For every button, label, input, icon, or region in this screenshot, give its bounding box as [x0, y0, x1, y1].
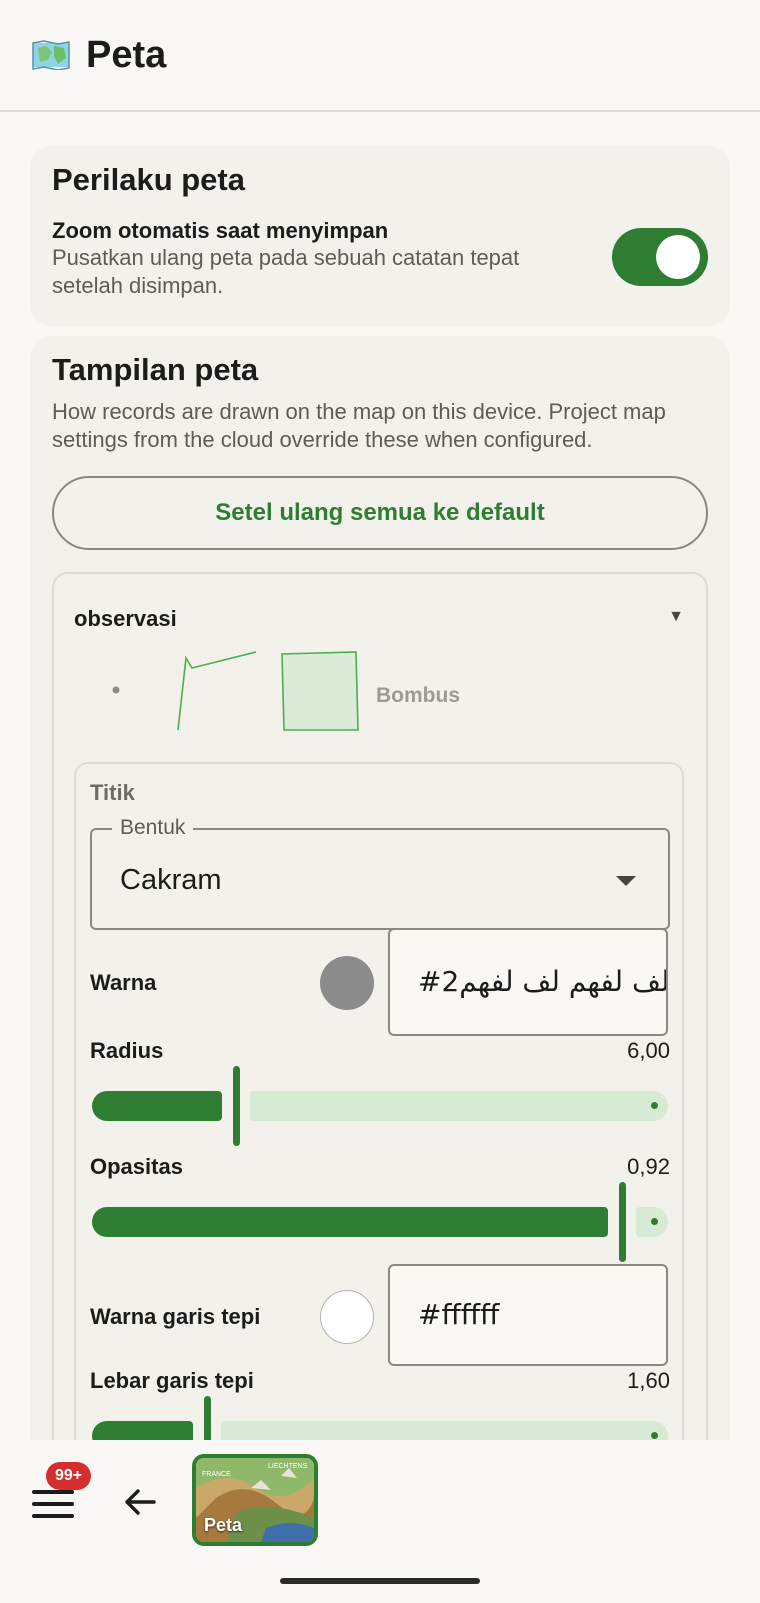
- color-swatch[interactable]: [320, 956, 374, 1010]
- slider-handle[interactable]: [204, 1396, 211, 1440]
- map-label-france: FRANCE: [202, 1471, 231, 1478]
- shape-select-label: Bentuk: [112, 816, 194, 840]
- opacity-slider[interactable]: [92, 1182, 668, 1262]
- preview-label: Bombus: [376, 684, 460, 707]
- slider-active-track: [92, 1091, 222, 1121]
- point-style-section: Titik Bentuk Cakram Warna #2لف لفهم لف ل…: [74, 762, 684, 1440]
- slider-inactive-track: [221, 1421, 668, 1440]
- toggle-knob: [656, 235, 700, 279]
- notification-badge: 99+: [46, 1462, 92, 1490]
- auto-zoom-label: Zoom otomatis saat menyimpan: [52, 218, 389, 243]
- shape-select[interactable]: Bentuk Cakram: [90, 816, 670, 930]
- preview-polygon: [281, 651, 359, 731]
- color-label: Warna: [90, 970, 157, 995]
- shape-select-value: Cakram: [120, 864, 222, 896]
- back-arrow-icon[interactable]: [122, 1484, 158, 1520]
- preview-line: [177, 651, 257, 731]
- slider-inactive-track: [250, 1091, 668, 1121]
- settings-scroll-area[interactable]: Perilaku peta Zoom otomatis saat menyimp…: [0, 112, 760, 1440]
- stroke-color-swatch[interactable]: [320, 1290, 374, 1344]
- page-title: Peta: [86, 33, 167, 76]
- slider-stop-indicator: [651, 1432, 658, 1439]
- auto-zoom-description: Pusatkan ulang peta pada sebuah catatan …: [52, 245, 520, 298]
- slider-active-track: [92, 1207, 608, 1237]
- stroke-color-label: Warna garis tepi: [90, 1304, 261, 1329]
- slider-handle[interactable]: [619, 1182, 626, 1262]
- opacity-label: Opasitas: [90, 1154, 183, 1179]
- stroke-width-label: Lebar garis tepi: [90, 1368, 254, 1393]
- home-indicator[interactable]: [280, 1578, 480, 1584]
- preview-point: [112, 686, 120, 694]
- auto-zoom-toggle[interactable]: [612, 228, 708, 286]
- map-icon: [32, 40, 70, 70]
- point-section-title: Titik: [90, 780, 135, 805]
- reset-defaults-button[interactable]: Setel ulang semua ke default: [52, 476, 708, 550]
- slider-stop-indicator: [651, 1102, 658, 1109]
- menu-icon[interactable]: [32, 1490, 74, 1520]
- color-input[interactable]: #2لف لفهم لف لفهم: [388, 928, 668, 1036]
- stroke-width-slider[interactable]: [92, 1396, 668, 1440]
- slider-stop-indicator: [651, 1218, 658, 1225]
- map-display-title: Tampilan peta: [52, 352, 259, 387]
- map-behavior-card: Perilaku peta Zoom otomatis saat menyimp…: [30, 146, 730, 326]
- map-tab-label: Peta: [204, 1515, 243, 1535]
- expand-caret-icon[interactable]: ▼: [668, 608, 684, 626]
- map-label-liechtenstein: LIECHTENS: [268, 1463, 308, 1470]
- map-tab-thumbnail[interactable]: FRANCE LIECHTENS Peta: [192, 1454, 318, 1546]
- bottom-bar: 99+ FRANCE LIECHTENS Peta: [0, 1440, 760, 1603]
- app-header: Peta: [0, 0, 760, 112]
- dropdown-arrow-icon: [616, 876, 636, 886]
- radius-slider[interactable]: [92, 1066, 668, 1146]
- slider-active-track: [92, 1421, 193, 1440]
- stroke-color-input[interactable]: #ffffff: [388, 1264, 668, 1366]
- opacity-value: 0,92: [627, 1154, 670, 1179]
- slider-handle[interactable]: [233, 1066, 240, 1146]
- map-behavior-title: Perilaku peta: [52, 162, 245, 197]
- stroke-width-value: 1,60: [627, 1368, 670, 1393]
- radius-label: Radius: [90, 1038, 164, 1063]
- map-display-description: How records are drawn on the map on this…: [52, 399, 666, 452]
- map-display-card: Tampilan peta How records are drawn on t…: [30, 336, 730, 1440]
- layer-card: observasi ▼ Bombus Titik Bentuk Cakram W…: [52, 572, 708, 1440]
- style-preview: [112, 651, 359, 731]
- radius-value: 6,00: [627, 1038, 670, 1063]
- layer-name: observasi: [74, 606, 177, 631]
